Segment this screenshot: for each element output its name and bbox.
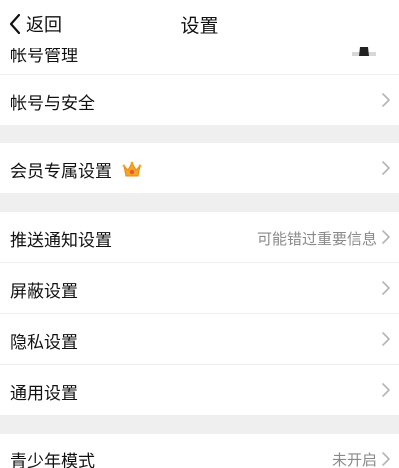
row-value: 可能错过重要信息 [256,230,377,248]
navigation-bar: 返回 设置 [0,0,399,48]
row-label: 通用设置 [10,384,78,404]
row-label: 会员专属设置 [10,157,142,182]
row-value: 未开启 [331,451,377,468]
group-separator [0,125,399,143]
member-settings-row[interactable]: 会员专属设置 [0,143,399,194]
privacy-settings-row[interactable]: 隐私设置 [0,314,399,365]
chevron-right-icon [382,93,390,107]
row-label: 青少年模式 [10,452,95,468]
member-settings-label: 会员专属设置 [10,162,112,182]
row-label: 屏蔽设置 [10,282,78,302]
row-label: 推送通知设置 [10,231,112,251]
settings-page: 返回 设置 帐号管理 帐号与安全 会员专属设置 推送通知设置 可能错过重要信息 … [0,0,399,468]
row-label: 帐号与安全 [10,94,95,114]
push-notification-row[interactable]: 推送通知设置 可能错过重要信息 [0,212,399,263]
teen-mode-row[interactable]: 青少年模式 未开启 [0,434,399,468]
chevron-right-icon [382,161,390,175]
chevron-right-icon [382,230,390,244]
crown-icon [122,161,142,176]
general-settings-row[interactable]: 通用设置 [0,365,399,415]
chevron-right-icon [382,383,390,397]
account-security-row[interactable]: 帐号与安全 [0,75,399,126]
chevron-right-icon [382,332,390,346]
chevron-right-icon [382,452,390,466]
row-label: 隐私设置 [10,333,78,353]
avatar [352,47,376,56]
group-separator [0,193,399,212]
page-title: 设置 [180,15,219,37]
group-separator [0,415,399,434]
chevron-right-icon [382,281,390,295]
block-settings-row[interactable]: 屏蔽设置 [0,263,399,314]
